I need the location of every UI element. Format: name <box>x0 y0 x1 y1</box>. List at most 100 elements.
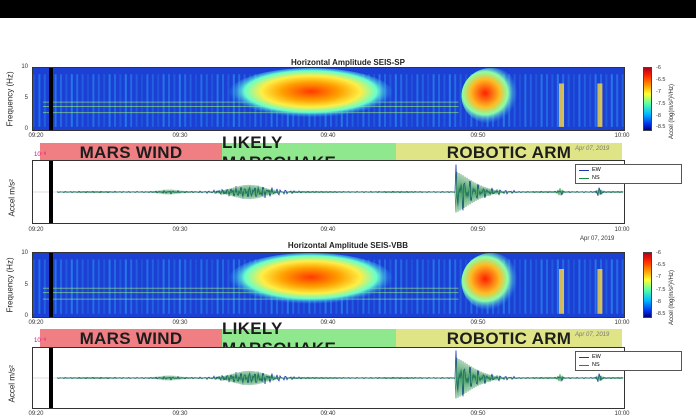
sp-start-marker <box>49 68 53 130</box>
sp-stripe <box>162 74 165 127</box>
vbb-ytick: 10 <box>21 250 28 256</box>
sp-stripe <box>594 74 597 127</box>
video-top-bar <box>0 0 696 18</box>
vbb-stripe <box>448 259 451 314</box>
spectrogram-sp-title: Horizontal Amplitude SEIS-SP <box>291 58 405 67</box>
segment-mars-wind-2: MARS WIND <box>40 329 222 348</box>
sp-stripe <box>573 74 575 127</box>
vbb-cbtick: -6 <box>656 250 661 256</box>
segment-likely-marsquake-2: LIKELY MARSQUAKE <box>222 319 396 358</box>
w2-xtick: 09:50 <box>470 411 486 417</box>
vbb-stripe <box>589 259 592 314</box>
vbb-stripe <box>551 259 554 314</box>
vbb-stripe <box>540 259 543 314</box>
sp-stripe <box>103 74 106 127</box>
legend-ew-2: EW <box>592 354 601 360</box>
sp-stripe <box>551 74 554 127</box>
vbb-stripe <box>195 259 197 314</box>
vbb-stripe <box>54 259 57 314</box>
vbb-stripe <box>141 259 143 314</box>
vbb-stripe <box>216 259 219 314</box>
w2-xtick: 09:20 <box>28 411 44 417</box>
sp-cbtick: -7 <box>656 89 661 95</box>
legend-ns-2: NS <box>592 362 600 368</box>
vbb-robotic-arm-energy <box>461 253 521 311</box>
vbb-stripe <box>211 259 214 314</box>
sp-stripe <box>87 74 89 127</box>
vbb-cbtick: -6.5 <box>656 262 666 268</box>
sp-colorbar-label: Accel (log(m/s²)²/Hz) <box>669 84 675 139</box>
w1-xtick: 09:40 <box>320 227 336 233</box>
w1-xtick: 10:00 <box>614 227 630 233</box>
vbb-xtick: 09:20 <box>28 320 44 326</box>
vbb-stripe <box>529 259 532 314</box>
vbb-stripe <box>38 259 41 314</box>
sp-stripe <box>529 74 532 127</box>
sp-stripe <box>43 74 46 127</box>
vbb-stripe <box>200 259 203 314</box>
vbb-stripe <box>459 259 462 314</box>
watermark-date-2: Apr 07, 2019 <box>575 332 610 338</box>
vbb-stripe <box>222 259 224 314</box>
sp-stripe <box>405 74 408 127</box>
vbb-stripe <box>178 259 181 314</box>
vbb-stripe <box>135 259 138 314</box>
vbb-stripe <box>124 259 127 314</box>
vbb-stripe <box>578 259 581 314</box>
sp-stripe <box>454 74 457 127</box>
vbb-stripe <box>92 259 95 314</box>
vbb-stripe <box>416 259 419 314</box>
waveform-1-plot <box>32 160 625 224</box>
vbb-stripe <box>400 259 403 314</box>
sp-stripe <box>135 74 138 127</box>
waveform-2-plot <box>32 347 625 409</box>
vbb-stripe <box>524 259 527 314</box>
sp-xtick-1000: 10:00 <box>614 133 630 139</box>
vbb-small-event <box>597 269 603 314</box>
wave2-series-ew <box>56 350 624 397</box>
sp-stripe <box>184 74 187 127</box>
vbb-stripe <box>546 259 548 314</box>
wave1-series-ew <box>56 164 624 211</box>
w1-xtick: 09:50 <box>470 227 486 233</box>
vbb-stripe <box>81 259 84 314</box>
sp-stripe <box>578 74 581 127</box>
sp-ytick-5: 5 <box>24 95 28 101</box>
wave2-svg <box>33 348 624 408</box>
sp-stripe <box>524 74 527 127</box>
vbb-stripe <box>103 259 106 314</box>
sp-robotic-arm-energy <box>461 68 521 124</box>
sp-small-event <box>597 83 603 127</box>
sp-xtick-0950: 09:50 <box>470 133 486 139</box>
vbb-stripe <box>610 259 613 314</box>
vbb-stripe <box>43 259 46 314</box>
w1-xtick: 09:20 <box>28 227 44 233</box>
vbb-xtick: 09:50 <box>470 320 486 326</box>
vbb-stripe <box>227 259 230 314</box>
sp-stripe <box>65 74 68 127</box>
sp-stripe <box>427 74 430 127</box>
sp-stripe <box>443 74 446 127</box>
sp-marsquake-energy <box>228 68 394 121</box>
sp-stripe <box>60 74 62 127</box>
sp-xtick-0920: 09:20 <box>28 133 44 139</box>
vbb-stripe <box>605 259 608 314</box>
sp-stripe <box>448 74 451 127</box>
sp-stripe <box>610 74 613 127</box>
sp-cbtick: -8.5 <box>656 124 666 130</box>
vbb-stripe <box>616 259 619 314</box>
wave2-legend: EW NS <box>575 351 682 371</box>
wave2-ylabel: Accel m/s² <box>7 365 17 403</box>
vbb-stripe <box>535 259 538 314</box>
vbb-stripe <box>130 259 133 314</box>
sp-ytick-0: 0 <box>24 126 28 132</box>
sp-stripe <box>178 74 181 127</box>
vbb-small-event <box>558 269 564 314</box>
sp-cbtick: -6 <box>656 65 661 71</box>
sp-stripe <box>70 74 73 127</box>
w2-xtick: 09:40 <box>320 411 336 417</box>
sp-stripe <box>54 74 57 127</box>
sp-stripe <box>141 74 143 127</box>
sp-stripe <box>76 74 79 127</box>
wave1-legend: EW NS <box>575 164 682 184</box>
